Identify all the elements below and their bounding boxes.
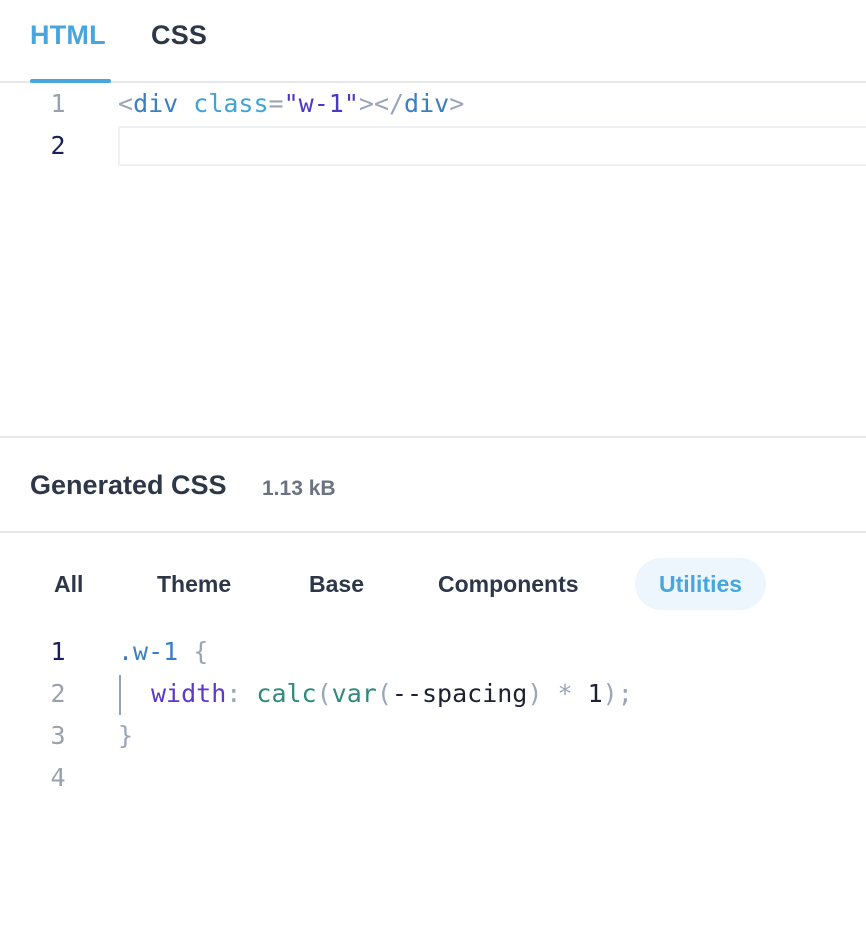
- filter-components[interactable]: Components: [438, 558, 579, 610]
- line-number: 2: [50, 131, 66, 160]
- code-token: <: [118, 89, 134, 118]
- filter-utilities[interactable]: Utilities: [635, 558, 767, 610]
- code-line: .w-1 {: [118, 632, 208, 672]
- code-token: 1: [587, 679, 603, 708]
- code-token: {: [193, 637, 209, 666]
- code-token: class: [193, 89, 269, 118]
- code-token: =: [268, 89, 284, 118]
- code-token: calc: [256, 679, 317, 708]
- filter-all[interactable]: All: [54, 558, 83, 610]
- code-line: width: calc(var(--spacing) * 1);: [151, 674, 633, 714]
- code-line: }: [118, 716, 133, 756]
- filter-theme[interactable]: Theme: [157, 558, 231, 610]
- tab-html[interactable]: HTML: [30, 20, 106, 51]
- line-number: 1: [50, 637, 66, 666]
- header-divider: [0, 531, 866, 533]
- code-token: ): [527, 679, 543, 708]
- line-number: 1: [50, 89, 66, 118]
- code-line[interactable]: <div class="w-1"></div>: [118, 84, 464, 124]
- code-token: );: [602, 679, 633, 708]
- line-number: 4: [50, 763, 66, 792]
- active-tab-indicator: [30, 79, 111, 83]
- code-token: "w-1": [283, 89, 359, 118]
- generated-css-title: Generated CSS: [30, 470, 227, 500]
- line-number: 3: [50, 721, 66, 750]
- current-line-highlight[interactable]: [118, 126, 866, 166]
- filter-base[interactable]: Base: [309, 558, 364, 610]
- code-token: .w-1: [118, 637, 179, 666]
- panel-divider[interactable]: [0, 436, 866, 438]
- code-token: (: [316, 679, 332, 708]
- code-token: div: [133, 89, 179, 118]
- generated-css-size: 1.13 kB: [262, 477, 336, 500]
- code-token: }: [118, 721, 134, 750]
- editor-tabs: HTML CSS: [0, 0, 866, 83]
- code-token: div: [404, 89, 450, 118]
- code-token: var: [331, 679, 377, 708]
- line-number: 2: [50, 679, 66, 708]
- code-token: width: [151, 679, 227, 708]
- code-token: :: [226, 679, 242, 708]
- tab-css[interactable]: CSS: [151, 20, 207, 51]
- code-token: >: [358, 89, 374, 118]
- code-token: </: [373, 89, 405, 118]
- code-token: --spacing: [391, 679, 528, 708]
- code-token: *: [557, 679, 573, 708]
- indent-guide: [119, 675, 121, 715]
- code-token: (: [376, 679, 392, 708]
- code-token: >: [449, 89, 465, 118]
